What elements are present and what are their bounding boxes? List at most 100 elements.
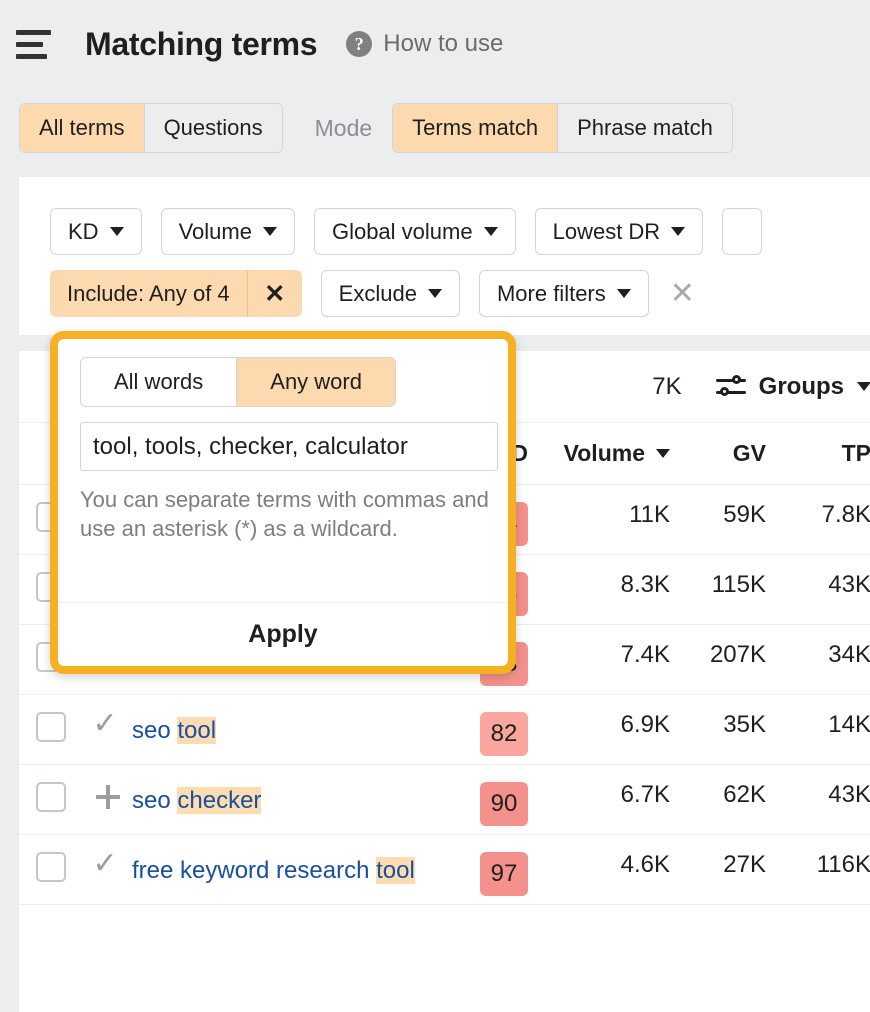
row-action-cell [83,852,132,882]
row-volume-cell: 6.7K [553,782,675,808]
tab-strip: All terms Questions Mode Terms match Phr… [0,88,870,168]
row-volume-cell: 6.9K [553,712,675,738]
chevron-down-icon [656,449,670,458]
popup-body: All words Any word You can separate term… [58,339,508,544]
word-match-toggle: All words Any word [80,357,396,407]
kd-badge: 90 [480,782,528,826]
filter-lowest-dr[interactable]: Lowest DR [535,208,704,255]
table-row[interactable]: seo tool 82 6.9K35K14K [19,695,870,765]
check-icon[interactable] [93,712,123,742]
row-keyword-cell: free keyword research tool [132,852,455,889]
row-tp-cell: 34K [771,642,870,668]
plus-icon[interactable] [93,782,123,812]
row-checkbox-cell [19,782,83,812]
how-to-use-link[interactable]: ? How to use [346,30,503,58]
terms-hint: You can separate terms with commas and u… [80,485,500,544]
close-icon[interactable]: ✕ [247,270,302,317]
kd-badge: 82 [480,712,528,756]
row-checkbox[interactable] [36,712,66,742]
mode-label: Mode [315,115,373,142]
filter-bar: KD Volume Global volume Lowest DR Includ… [19,177,870,335]
groups-button[interactable]: Groups [716,373,870,401]
filter-volume-label: Volume [179,219,252,245]
row-volume-cell: 7.4K [553,642,675,668]
terms-input[interactable] [80,422,498,471]
toggle-all-words[interactable]: All words [81,358,236,406]
tab-all-terms[interactable]: All terms [20,104,144,152]
row-checkbox-cell [19,852,83,882]
chevron-down-icon [428,289,442,298]
kd-badge: 97 [480,852,528,896]
keyword-highlight: tool [376,857,415,884]
filter-kd[interactable]: KD [50,208,142,255]
filter-exclude-label: Exclude [339,281,417,307]
popup-footer: Apply [58,602,508,666]
keyword-text: free keyword research [132,857,376,884]
row-volume-cell: 4.6K [553,852,675,878]
row-action-cell [83,712,132,742]
row-gv-cell: 62K [675,782,771,808]
row-gv-cell: 59K [675,502,771,528]
filter-exclude[interactable]: Exclude [321,270,460,317]
tab-questions[interactable]: Questions [144,104,282,152]
hamburger-icon[interactable] [16,29,54,59]
row-tp-cell: 14K [771,712,870,738]
column-volume-label: Volume [564,440,645,467]
chevron-down-icon [671,227,685,236]
keyword-link[interactable]: seo tool [132,717,216,744]
terms-tab-group: All terms Questions [19,103,283,153]
check-icon[interactable] [93,852,123,882]
column-gv[interactable]: GV [675,440,771,467]
keyword-text: seo [132,717,177,744]
apply-button[interactable]: Apply [248,620,317,649]
how-to-use-label: How to use [383,30,503,58]
filter-overflow[interactable] [722,208,762,255]
keyword-link[interactable]: seo checker [132,787,261,814]
column-tp[interactable]: TP [771,440,870,467]
keyword-text: seo [132,787,177,814]
groups-label: Groups [759,373,844,401]
row-volume-cell: 8.3K [553,572,675,598]
filter-more-filters-label: More filters [497,281,606,307]
page-header: Matching terms ? How to use [0,0,870,88]
row-gv-cell: 35K [675,712,771,738]
row-gv-cell: 115K [675,572,771,598]
chevron-down-icon [857,382,870,391]
row-tp-cell: 116K [771,852,870,878]
filter-include-label: Include: Any of 4 [50,270,247,317]
column-volume[interactable]: Volume [553,440,675,467]
keyword-highlight: tool [177,717,216,744]
filter-include-pill[interactable]: Include: Any of 4 ✕ [50,270,302,317]
keyword-count: 7K [652,373,681,401]
tab-phrase-match[interactable]: Phrase match [557,104,732,152]
toggle-any-word[interactable]: Any word [236,358,395,406]
keyword-link[interactable]: free keyword research tool [132,857,415,884]
mode-tab-group: Terms match Phrase match [392,103,733,153]
row-checkbox[interactable] [36,782,66,812]
chevron-down-icon [110,227,124,236]
row-tp-cell: 7.8K [771,502,870,528]
row-checkbox[interactable] [36,852,66,882]
row-tp-cell: 43K [771,572,870,598]
row-keyword-cell: seo tool [132,712,455,749]
clear-all-icon[interactable]: ✕ [670,279,695,309]
row-volume-cell: 11K [553,502,675,528]
filter-kd-label: KD [68,219,99,245]
include-terms-popup: All words Any word You can separate term… [50,331,516,674]
filter-row-primary: KD Volume Global volume Lowest DR [19,177,870,255]
filter-global-volume[interactable]: Global volume [314,208,516,255]
row-keyword-cell: seo checker [132,782,455,819]
keyword-highlight: checker [177,787,261,814]
row-gv-cell: 27K [675,852,771,878]
table-row[interactable]: free keyword research tool 97 4.6K27K116K [19,835,870,905]
question-mark-icon: ? [346,31,372,57]
filter-global-volume-label: Global volume [332,219,473,245]
filter-volume[interactable]: Volume [161,208,295,255]
chevron-down-icon [484,227,498,236]
sliders-icon [716,375,746,399]
filter-more-filters[interactable]: More filters [479,270,649,317]
table-row[interactable]: seo checker906.7K62K43K [19,765,870,835]
filter-lowest-dr-label: Lowest DR [553,219,661,245]
tab-terms-match[interactable]: Terms match [393,104,557,152]
row-kd-cell: 90 [455,782,553,826]
